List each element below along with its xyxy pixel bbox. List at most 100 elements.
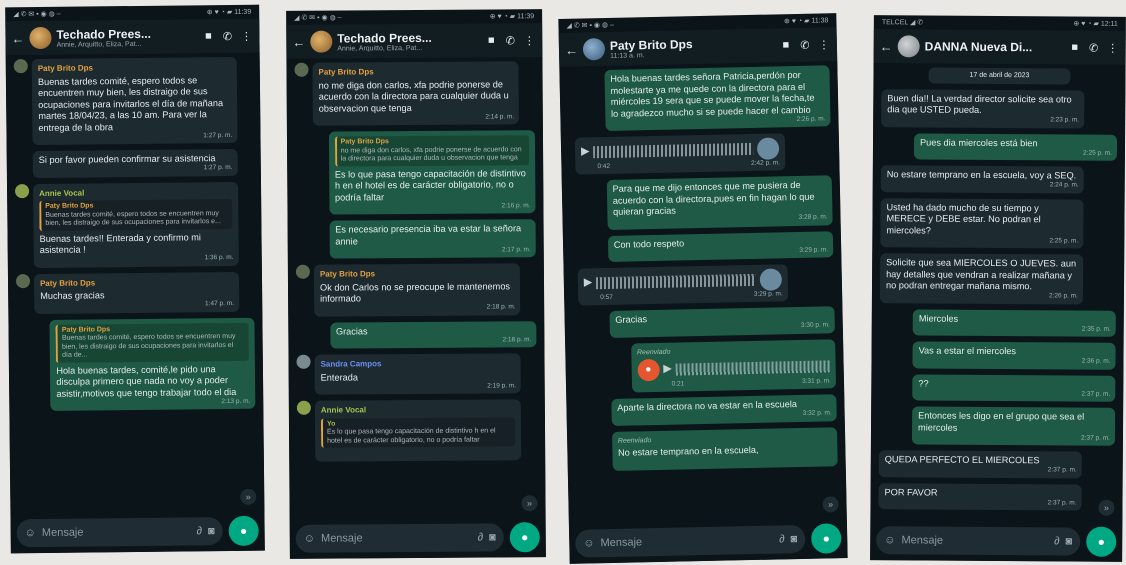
quoted-message[interactable]: Yo Es lo que pasa tengo capacitación de … [320, 416, 516, 448]
back-arrow-icon[interactable]: ← [292, 34, 305, 49]
message-bubble[interactable]: Annie Vocal Yo Es lo que pasa tengo capa… [296, 399, 522, 462]
message-list[interactable]: Paty Brito Dps no me diga don carlos, xf… [286, 57, 546, 519]
scroll-down-icon[interactable]: » [521, 495, 538, 512]
message-bubble[interactable]: No estare temprano en la escuela, voy a … [880, 165, 1084, 194]
message-bubble[interactable]: Annie Vocal Paty Brito Dps Buenas tardes… [14, 181, 239, 268]
phone-call-icon[interactable]: ✆ [220, 29, 234, 42]
play-icon[interactable]: ▶ [584, 277, 593, 290]
phone-call-icon[interactable]: ✆ [1087, 41, 1101, 54]
more-vert-icon[interactable]: ⋮ [522, 34, 536, 47]
message-bubble[interactable]: Paty Brito Dps Ok don Carlos no se preoc… [295, 263, 521, 317]
group-avatar[interactable] [29, 26, 52, 50]
camera-icon[interactable]: ◙ [790, 533, 797, 545]
message-bubble[interactable]: Entonces les digo en el grupo que sea el… [911, 406, 1116, 446]
quoted-message[interactable]: Paty Brito Dps no me diga don carlos, xf… [334, 135, 530, 167]
chat-title: Techado Prees... [337, 30, 432, 46]
message-bubble[interactable]: Hola buenas tardes señora Patricia,perdó… [604, 65, 831, 132]
message-bubble[interactable]: Aparte la directora no va estar en la es… [610, 394, 837, 426]
back-arrow-icon[interactable]: ← [565, 42, 578, 57]
attach-icon[interactable]: ∂ [1054, 535, 1060, 547]
message-time: 2:19 p. m. [487, 381, 517, 390]
message-bubble[interactable]: Paty Brito Dps Buenas tardes comité, esp… [13, 56, 238, 146]
quoted-message[interactable]: Paty Brito Dps Buenas tardes comité, esp… [55, 322, 249, 363]
message-bubble[interactable]: Reenviado No estare temprano en la escue… [611, 426, 838, 471]
forwarded-voice-message[interactable]: Reenviado ● ▶ 0:21 3:31 p. m. [630, 338, 837, 393]
more-vert-icon[interactable]: ⋮ [239, 29, 253, 42]
emoji-icon[interactable]: ☺ [884, 534, 895, 546]
message-bubble[interactable]: ?? 2:37 p. m. [912, 373, 1116, 402]
message-bubble[interactable]: Gracias 2:18 p. m. [329, 320, 537, 349]
message-input[interactable]: ☺ Mensaje ∂ ◙ [16, 517, 223, 548]
emoji-icon[interactable]: ☺ [25, 527, 36, 539]
message-input[interactable]: ☺ Mensaje ∂ ◙ [876, 526, 1081, 556]
message-bubble[interactable]: Sandra Campos Enterada 2:19 p. m. [296, 353, 522, 395]
message-bubble[interactable]: POR FAVOR 2:37 p. m. [878, 482, 1082, 511]
chat-title-area[interactable]: Techado Prees... Annie, Arquitto, Eliza,… [56, 26, 196, 48]
message-bubble[interactable]: Vas a estar el miercoles 2:36 p. m. [912, 341, 1116, 370]
back-arrow-icon[interactable]: ← [880, 39, 893, 54]
message-input[interactable]: ☺ Mensaje ∂ ◙ [575, 524, 806, 558]
attach-icon[interactable]: ∂ [196, 525, 202, 537]
message-bubble[interactable]: Paty Brito Dps Muchas gracias 1:47 p. m. [15, 271, 240, 314]
attach-icon[interactable]: ∂ [478, 532, 484, 544]
screenshot-phone-4: TELCEL ◢ ✆ ⊕ ♥ ◔ ▰ 12:11 ← DANNA Nueva D… [870, 15, 1126, 562]
video-call-icon[interactable]: ■ [484, 34, 498, 46]
message-bubble[interactable]: Paty Brito Dps no me diga don carlos, xf… [294, 61, 520, 126]
message-bubble[interactable]: Para que me dijo entonces que me pusiera… [606, 175, 833, 230]
message-input[interactable]: ☺ Mensaje ∂ ◙ [295, 523, 504, 553]
message-bubble[interactable]: Paty Brito Dps no me diga don carlos, xf… [328, 130, 536, 215]
emoji-icon[interactable]: ☺ [304, 533, 315, 545]
chat-title-area[interactable]: DANNA Nueva Di... [925, 39, 1063, 54]
voice-message[interactable]: ▶ 0:57 3:29 p. m. [577, 264, 788, 306]
attach-icon[interactable]: ∂ [779, 533, 785, 545]
message-bubble[interactable]: Es necesario presencia iba va estar la s… [329, 219, 536, 259]
mic-icon[interactable]: ● [228, 515, 259, 547]
message-list[interactable]: Hola buenas tardes señora Patricia,perdó… [559, 61, 847, 524]
more-vert-icon[interactable]: ⋮ [817, 38, 831, 51]
message-bubble[interactable]: Si por favor pueden confirmar su asisten… [32, 148, 238, 178]
mic-icon[interactable]: ● [1086, 526, 1117, 557]
message-bubble[interactable]: Paty Brito Dps Buenas tardes comité, esp… [49, 317, 256, 411]
camera-icon[interactable]: ◙ [1066, 535, 1073, 547]
mic-icon[interactable]: ● [810, 523, 842, 554]
play-icon[interactable]: ▶ [581, 146, 590, 159]
video-call-icon[interactable]: ■ [1068, 41, 1082, 54]
audio-waveform[interactable] [596, 273, 756, 290]
phone-call-icon[interactable]: ✆ [798, 38, 812, 51]
message-time: 2:16 p. m. [501, 201, 531, 209]
chat-title-area[interactable]: Techado Prees... Annie, Arquitto, Eliza,… [337, 30, 479, 52]
mic-icon[interactable]: ● [509, 522, 540, 553]
phone-call-icon[interactable]: ✆ [503, 34, 517, 47]
video-call-icon[interactable]: ■ [779, 39, 793, 51]
message-bubble[interactable]: Miercoles 2:35 p. m. [912, 308, 1116, 337]
message-bubble[interactable]: Con todo respeto 3:29 p. m. [607, 230, 834, 262]
status-right: ⊕ ♥ ◔ ▰ 11:39 [489, 13, 535, 21]
audio-waveform[interactable] [675, 360, 830, 376]
camera-icon[interactable]: ◙ [489, 531, 496, 543]
chat-title-area[interactable]: Paty Brito Dps 11:13 a. m. [610, 35, 774, 60]
message-bubble[interactable]: Gracias 3:30 p. m. [609, 306, 835, 338]
message-text: no me diga don carlos, xfa podrie poners… [318, 78, 509, 114]
voice-message[interactable]: ▶ 0:42 2:42 p. m. [574, 133, 786, 175]
back-arrow-icon[interactable]: ← [11, 31, 24, 46]
group-avatar[interactable] [310, 30, 333, 53]
message-list[interactable]: Paty Brito Dps Buenas tardes comité, esp… [5, 52, 265, 514]
quoted-message[interactable]: Paty Brito Dps Buenas tardes comité, esp… [39, 198, 233, 231]
audio-waveform[interactable] [593, 142, 753, 159]
camera-icon[interactable]: ◙ [208, 525, 215, 537]
more-vert-icon[interactable]: ⋮ [1106, 41, 1120, 54]
contact-avatar[interactable] [582, 38, 606, 61]
message-bubble[interactable]: Usted ha dado mucho de su tiempo y MEREC… [880, 197, 1084, 249]
scroll-down-icon[interactable]: » [1098, 499, 1115, 516]
emoji-icon[interactable]: ☺ [583, 537, 594, 549]
video-call-icon[interactable]: ■ [201, 30, 215, 42]
message-bubble[interactable]: Buen dia!! La verdad director solicite s… [881, 88, 1085, 129]
message-bubble[interactable]: QUEDA PERFECTO EL MIERCOLES 2:37 p. m. [878, 450, 1082, 479]
message-list[interactable]: 17 de abril de 2023 Buen dia!! La verdad… [870, 63, 1126, 522]
scroll-down-icon[interactable]: » [240, 488, 257, 505]
play-icon[interactable]: ▶ [663, 363, 672, 376]
message-bubble[interactable]: Solicite que sea MIERCOLES O JUEVES. aun… [879, 253, 1084, 305]
message-bubble[interactable]: Pues dia miercoles está bien 2:25 p. m. [913, 132, 1118, 161]
message-time: 2:23 p. m. [1050, 116, 1080, 124]
contact-avatar[interactable] [897, 35, 920, 58]
